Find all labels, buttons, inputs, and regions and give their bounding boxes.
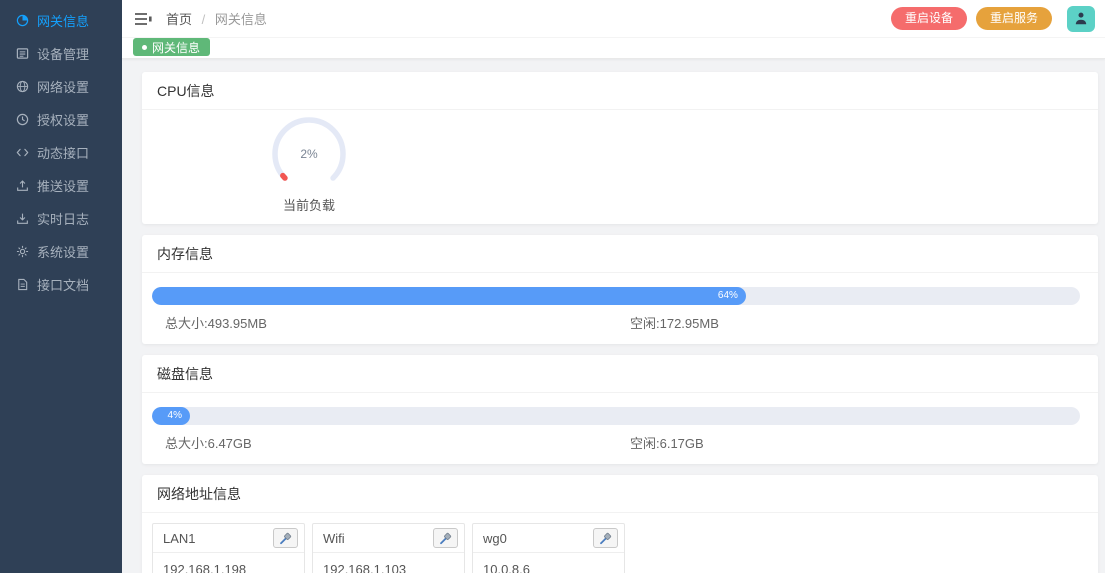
network-plug-icon bbox=[439, 532, 452, 545]
user-avatar-button[interactable] bbox=[1067, 6, 1095, 32]
api-docs-icon bbox=[15, 278, 29, 292]
disk-progress-track: 4% bbox=[152, 407, 1080, 425]
content: CPU信息 2% 当前负载 内存信息 64% 总大小:493.95MB 空闲:1… bbox=[122, 59, 1105, 573]
network-settings-icon bbox=[15, 80, 29, 94]
sidebar-item-label: 接口文档 bbox=[37, 275, 89, 294]
network-address-card: 网络地址信息 LAN1 192.168.1.198 Wifi bbox=[142, 475, 1098, 573]
sidebar-item-label: 动态接口 bbox=[37, 143, 89, 162]
collapse-menu-icon[interactable] bbox=[135, 12, 152, 26]
interface-link-button[interactable] bbox=[593, 528, 618, 548]
sidebar-item-label: 授权设置 bbox=[37, 110, 89, 129]
cpu-gauge-label: 当前负载 bbox=[224, 195, 394, 214]
sidebar-item-realtime-log[interactable]: 实时日志 bbox=[0, 202, 122, 235]
sidebar-item-label: 设备管理 bbox=[37, 44, 89, 63]
memory-labels: 总大小:493.95MB 空闲:172.95MB bbox=[165, 313, 1080, 332]
restart-service-button[interactable]: 重启服务 bbox=[976, 7, 1052, 30]
memory-info-card: 内存信息 64% 总大小:493.95MB 空闲:172.95MB bbox=[142, 235, 1098, 344]
disk-info-card: 磁盘信息 4% 总大小:6.47GB 空闲:6.17GB bbox=[142, 355, 1098, 464]
network-card-title: 网络地址信息 bbox=[142, 475, 1098, 513]
sidebar-item-system-settings[interactable]: 系统设置 bbox=[0, 235, 122, 268]
sidebar-item-device-manage[interactable]: 设备管理 bbox=[0, 37, 122, 70]
person-icon bbox=[1075, 12, 1087, 25]
memory-progress-body: 64% 总大小:493.95MB 空闲:172.95MB bbox=[142, 273, 1098, 344]
restart-device-button[interactable]: 重启设备 bbox=[891, 7, 967, 30]
memory-total-label: 总大小:493.95MB bbox=[165, 313, 630, 332]
main-area: 首页 / 网关信息 重启设备重启服务 网关信息 CPU信息 bbox=[122, 0, 1105, 573]
sidebar-item-label: 推送设置 bbox=[37, 176, 89, 195]
sidebar-item-label: 系统设置 bbox=[37, 242, 89, 261]
network-plug-icon bbox=[279, 532, 292, 545]
sidebar-item-authorization[interactable]: 授权设置 bbox=[0, 103, 122, 136]
memory-free-label: 空闲:172.95MB bbox=[630, 313, 719, 332]
interface-ip: 192.168.1.103 bbox=[313, 553, 464, 573]
breadcrumb-separator: / bbox=[202, 12, 206, 27]
cpu-load-value: 2% bbox=[300, 147, 318, 161]
interface-card-wifi: Wifi 192.168.1.103 bbox=[312, 523, 465, 573]
disk-card-title: 磁盘信息 bbox=[142, 355, 1098, 393]
interface-name: Wifi bbox=[323, 531, 345, 546]
disk-progress-fill: 4% bbox=[152, 407, 190, 425]
breadcrumb-current: 网关信息 bbox=[215, 12, 267, 27]
tab-active-dot bbox=[142, 45, 147, 50]
tabbar: 网关信息 bbox=[122, 38, 1105, 59]
cpu-info-card: CPU信息 2% 当前负载 bbox=[142, 72, 1098, 224]
gateway-info-icon bbox=[15, 14, 29, 28]
interface-ip: 192.168.1.198 bbox=[153, 553, 304, 573]
interface-ip: 10.0.8.6 bbox=[473, 553, 624, 573]
tab-label: 网关信息 bbox=[152, 39, 200, 56]
sidebar-item-label: 网关信息 bbox=[37, 11, 89, 30]
tab-gateway-info[interactable]: 网关信息 bbox=[133, 38, 210, 56]
sidebar-item-push-settings[interactable]: 推送设置 bbox=[0, 169, 122, 202]
sidebar: 网关信息 设备管理 网络设置 授权设置 动态接口 推送设置 实时日志 系统设置 … bbox=[0, 0, 122, 573]
cpu-gauge-chart: 2% bbox=[269, 114, 349, 194]
cpu-gauge: 2% 当前负载 bbox=[224, 110, 394, 224]
network-plug-icon bbox=[599, 532, 612, 545]
disk-free-label: 空闲:6.17GB bbox=[630, 433, 704, 452]
memory-progress-fill: 64% bbox=[152, 287, 746, 305]
memory-progress-track: 64% bbox=[152, 287, 1080, 305]
disk-total-label: 总大小:6.47GB bbox=[165, 433, 630, 452]
sidebar-menu: 网关信息 设备管理 网络设置 授权设置 动态接口 推送设置 实时日志 系统设置 … bbox=[0, 0, 122, 301]
disk-progress-body: 4% 总大小:6.47GB 空闲:6.17GB bbox=[142, 393, 1098, 464]
disk-labels: 总大小:6.47GB 空闲:6.17GB bbox=[165, 433, 1080, 452]
dynamic-api-icon bbox=[15, 146, 29, 160]
memory-card-title: 内存信息 bbox=[142, 235, 1098, 273]
interface-name: wg0 bbox=[483, 531, 507, 546]
topbar-actions: 重启设备重启服务 bbox=[891, 6, 1095, 32]
breadcrumb-home[interactable]: 首页 bbox=[166, 12, 192, 27]
push-settings-icon bbox=[15, 179, 29, 193]
interface-card-lan1: LAN1 192.168.1.198 bbox=[152, 523, 305, 573]
sidebar-item-dynamic-api[interactable]: 动态接口 bbox=[0, 136, 122, 169]
interface-name: LAN1 bbox=[163, 531, 196, 546]
topbar-buttons: 重启设备重启服务 bbox=[891, 7, 1052, 30]
topbar: 首页 / 网关信息 重启设备重启服务 bbox=[122, 0, 1105, 38]
sidebar-item-label: 网络设置 bbox=[37, 77, 89, 96]
sidebar-item-gateway-info[interactable]: 网关信息 bbox=[0, 4, 122, 37]
sidebar-item-network-settings[interactable]: 网络设置 bbox=[0, 70, 122, 103]
sidebar-item-api-docs[interactable]: 接口文档 bbox=[0, 268, 122, 301]
breadcrumb: 首页 / 网关信息 bbox=[166, 9, 267, 28]
device-manage-icon bbox=[15, 47, 29, 61]
cpu-card-title: CPU信息 bbox=[142, 72, 1098, 110]
interface-link-button[interactable] bbox=[433, 528, 458, 548]
interface-link-button[interactable] bbox=[273, 528, 298, 548]
network-interfaces: LAN1 192.168.1.198 Wifi bbox=[142, 513, 1098, 573]
realtime-log-icon bbox=[15, 212, 29, 226]
interface-card-wg0: wg0 10.0.8.6 bbox=[472, 523, 625, 573]
system-settings-icon bbox=[15, 245, 29, 259]
sidebar-item-label: 实时日志 bbox=[37, 209, 89, 228]
authorization-icon bbox=[15, 113, 29, 127]
